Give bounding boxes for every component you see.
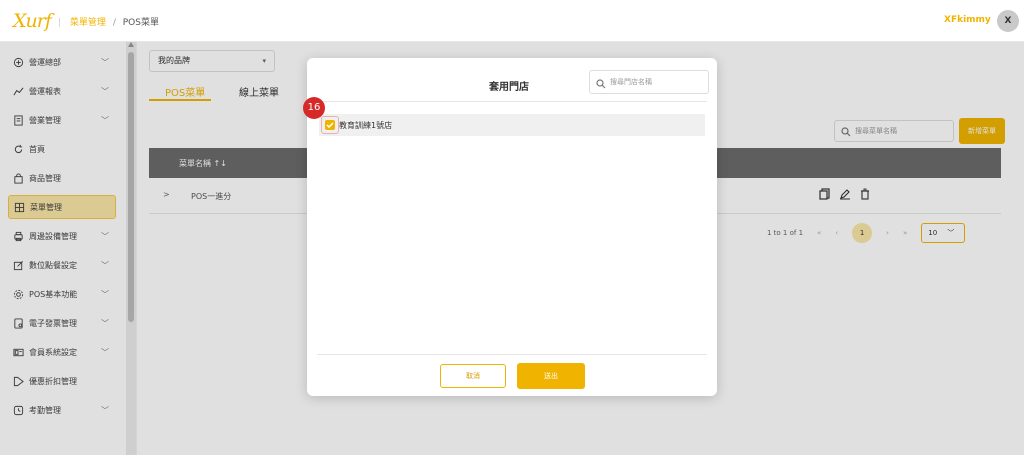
username[interactable]: XFkimmy (944, 15, 991, 25)
store-checkbox[interactable] (325, 120, 335, 130)
top-bar: Xurf | 菜單管理 / POS菜單 XFkimmy X (0, 0, 1024, 42)
cancel-button[interactable]: 取消 (440, 364, 506, 388)
search-icon (596, 76, 606, 98)
breadcrumb: | 菜單管理 / POS菜單 (58, 18, 159, 28)
divider (317, 354, 707, 355)
breadcrumb-item-pos-menu: POS菜單 (122, 18, 159, 28)
step-badge: 16 (303, 97, 325, 119)
store-search-input[interactable]: 搜尋門店名稱 (589, 70, 709, 94)
store-list-item[interactable]: 教育訓練1號店 (319, 114, 705, 136)
submit-button[interactable]: 送出 (517, 363, 585, 389)
breadcrumb-item-menu[interactable]: 菜單管理 (70, 18, 106, 28)
checkmark-icon (326, 122, 334, 129)
dialog-title: 套用門店 (489, 82, 529, 93)
divider (317, 101, 707, 102)
avatar[interactable]: X (997, 10, 1019, 32)
store-name: 教育訓練1號店 (339, 121, 393, 130)
apply-store-dialog: 套用門店 搜尋門店名稱 教育訓練1號店 取消 送出 (307, 58, 717, 396)
app-logo[interactable]: Xurf (13, 10, 52, 32)
